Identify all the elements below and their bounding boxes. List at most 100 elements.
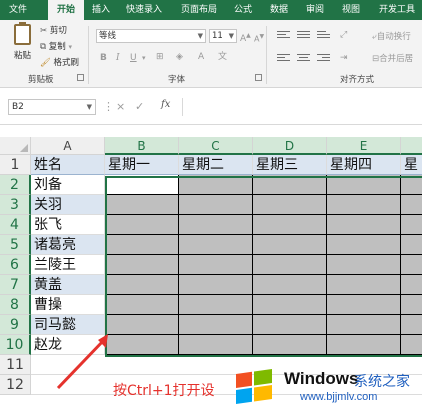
data-cell[interactable] — [401, 255, 422, 275]
enter-icon[interactable]: ✓ — [135, 100, 144, 114]
data-cell[interactable] — [401, 215, 422, 235]
tab-view[interactable]: 视图 — [336, 0, 366, 20]
row-header-8[interactable]: 8 — [0, 295, 31, 315]
clipboard-launcher-icon[interactable] — [77, 74, 84, 81]
data-cell[interactable] — [401, 195, 422, 215]
data-cell[interactable] — [253, 315, 327, 335]
data-cell[interactable] — [327, 175, 401, 195]
header-cell[interactable]: 星期四 — [327, 155, 401, 175]
data-cell[interactable] — [401, 315, 422, 335]
data-cell[interactable] — [401, 235, 422, 255]
name-cell[interactable]: 诸葛亮 — [31, 235, 105, 255]
font-name-select[interactable]: 等线 ▼ — [96, 29, 206, 43]
align-left-icon[interactable] — [277, 54, 290, 65]
data-cell[interactable] — [179, 215, 253, 235]
font-size-select[interactable]: 11 ▼ — [209, 29, 237, 43]
data-cell[interactable] — [179, 335, 253, 355]
data-cell[interactable] — [327, 275, 401, 295]
tab-developer[interactable]: 开发工具 — [372, 0, 422, 20]
data-cell[interactable] — [179, 295, 253, 315]
select-all-corner[interactable] — [0, 137, 31, 155]
data-cell[interactable] — [179, 235, 253, 255]
underline-dropdown-icon[interactable]: ▾ — [142, 52, 146, 64]
tab-data[interactable]: 数据 — [264, 0, 294, 20]
formula-input[interactable] — [182, 98, 422, 116]
data-cell[interactable] — [105, 215, 179, 235]
data-cell[interactable] — [401, 335, 422, 355]
data-cell[interactable] — [327, 195, 401, 215]
data-cell[interactable] — [253, 195, 327, 215]
data-cell[interactable] — [327, 255, 401, 275]
data-cell[interactable] — [105, 235, 179, 255]
format-painter-button[interactable]: 🖌 格式刷 — [40, 57, 79, 69]
data-cell[interactable] — [179, 255, 253, 275]
align-top-icon[interactable] — [277, 31, 290, 42]
row-header-11[interactable]: 11 — [0, 355, 31, 375]
phonetic-icon[interactable]: 文 — [218, 51, 227, 63]
paste-button[interactable]: 粘贴 — [14, 50, 31, 62]
name-cell[interactable]: 兰陵王 — [31, 255, 105, 275]
tab-insert[interactable]: 插入 — [86, 0, 116, 20]
row-header-9[interactable]: 9 — [0, 315, 31, 335]
grow-font-button[interactable]: A▲ — [240, 30, 251, 45]
column-header-b[interactable]: B — [105, 137, 179, 155]
data-cell[interactable] — [105, 295, 179, 315]
name-cell[interactable]: 关羽 — [31, 195, 105, 215]
row-header-1[interactable]: 1 — [0, 155, 31, 175]
italic-button[interactable]: I — [116, 52, 120, 64]
tab-file[interactable]: 文件 — [0, 0, 36, 20]
row-header-4[interactable]: 4 — [0, 215, 31, 235]
tab-formulas[interactable]: 公式 — [228, 0, 258, 20]
tab-quick-input[interactable]: 快速录入 — [120, 0, 168, 20]
name-cell[interactable]: 黄盖 — [31, 275, 105, 295]
header-cell[interactable]: 星 — [401, 155, 422, 175]
header-cell[interactable]: 姓名 — [31, 155, 105, 175]
tab-page-layout[interactable]: 页面布局 — [175, 0, 223, 20]
header-cell[interactable]: 星期三 — [253, 155, 327, 175]
indent-icon[interactable]: ⇥ — [340, 52, 348, 64]
row-header-6[interactable]: 6 — [0, 255, 31, 275]
header-cell[interactable]: 星期二 — [179, 155, 253, 175]
copy-button[interactable]: ⧉ 复制 ▾ — [40, 41, 72, 53]
shrink-font-button[interactable]: A▼ — [254, 31, 264, 46]
font-launcher-icon[interactable] — [255, 74, 262, 81]
data-cell[interactable] — [179, 275, 253, 295]
paste-icon[interactable] — [14, 22, 31, 45]
tab-review[interactable]: 审阅 — [300, 0, 330, 20]
data-cell[interactable] — [327, 215, 401, 235]
data-cell[interactable] — [179, 195, 253, 215]
data-cell[interactable] — [253, 235, 327, 255]
merge-center-button[interactable]: ⊟合并后居 — [372, 53, 413, 65]
data-cell[interactable] — [327, 235, 401, 255]
align-right-icon[interactable] — [317, 54, 330, 65]
column-header-e[interactable]: E — [327, 137, 401, 155]
data-cell[interactable] — [253, 275, 327, 295]
row-header-12[interactable]: 12 — [0, 375, 31, 395]
column-header-a[interactable]: A — [31, 137, 105, 155]
data-cell[interactable] — [253, 295, 327, 315]
data-cell[interactable] — [253, 175, 327, 195]
font-color-icon[interactable]: A — [198, 51, 204, 63]
wrap-text-button[interactable]: ⤶自动换行 — [372, 31, 411, 43]
cut-button[interactable]: ✂ 剪切 — [40, 25, 67, 37]
data-cell[interactable] — [327, 295, 401, 315]
align-bottom-icon[interactable] — [317, 31, 330, 42]
column-header-d[interactable]: D — [253, 137, 327, 155]
underline-button[interactable]: U — [130, 52, 137, 64]
align-middle-icon[interactable] — [297, 31, 310, 42]
fill-color-icon[interactable]: ◈ — [176, 51, 183, 63]
data-cell[interactable] — [105, 195, 179, 215]
data-cell[interactable] — [327, 335, 401, 355]
data-cell[interactable] — [327, 315, 401, 335]
data-cell[interactable] — [401, 175, 422, 195]
border-icon[interactable]: ⊞ — [156, 51, 164, 63]
insert-function-icon[interactable]: fx — [161, 99, 170, 110]
column-header-f[interactable] — [401, 137, 422, 155]
row-header-5[interactable]: 5 — [0, 235, 31, 255]
bold-button[interactable]: B — [100, 52, 107, 64]
data-cell[interactable] — [105, 275, 179, 295]
row-header-7[interactable]: 7 — [0, 275, 31, 295]
data-cell[interactable] — [401, 295, 422, 315]
tab-home[interactable]: 开始 — [48, 0, 84, 20]
data-cell[interactable] — [253, 215, 327, 235]
